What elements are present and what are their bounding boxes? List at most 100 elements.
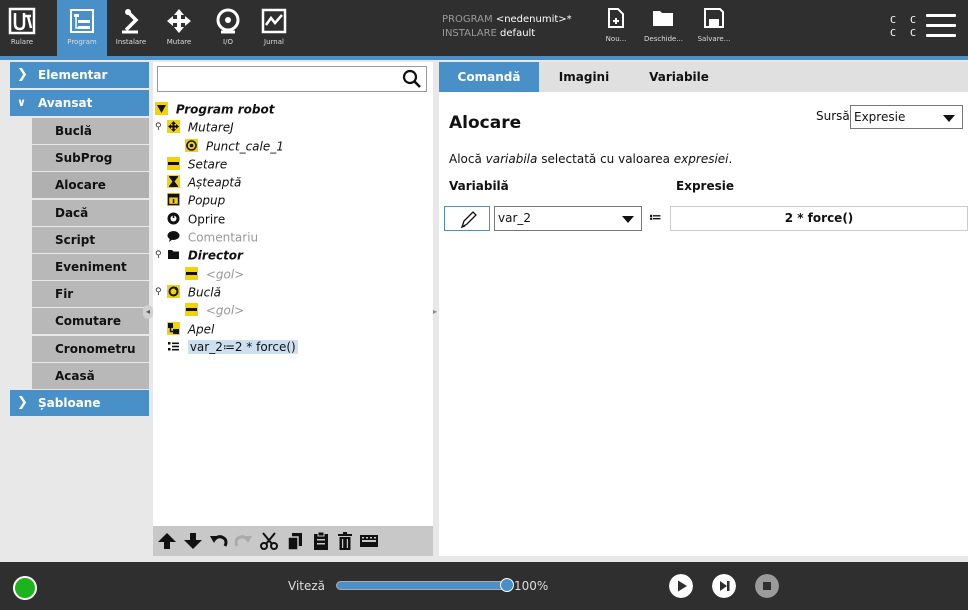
tree-node-loop-empty[interactable]: <gol> — [155, 301, 431, 319]
edit-variable-button[interactable] — [444, 206, 490, 231]
pin-icon: ⚲ — [155, 250, 162, 261]
empty-slot-icon — [185, 303, 198, 317]
waypoint-icon — [185, 138, 198, 152]
tree-node-movej-label: MutareJ — [187, 120, 234, 135]
speed-slider-fill — [337, 582, 507, 589]
tree-node-halt-label: Oprire — [187, 212, 226, 227]
stop-icon[interactable] — [755, 574, 779, 598]
desc-part-2: selectată cu valoarea — [537, 152, 674, 166]
tree-node-root[interactable]: Program robot — [155, 100, 431, 118]
category-basic[interactable]: ❯ Elementar — [10, 62, 149, 88]
call-icon — [167, 321, 180, 335]
dropdown-caret-icon — [622, 216, 634, 223]
tree-node-assignment-label: var_2≔2 * force() — [187, 340, 298, 355]
new-button[interactable]: Nou... — [604, 8, 628, 52]
move-down-icon[interactable] — [183, 531, 203, 551]
move-arrows-icon — [167, 120, 180, 134]
variable-label: Variabilă — [449, 179, 509, 193]
sidebar-item-loop[interactable]: Buclă — [32, 118, 149, 144]
sidebar-item-if[interactable]: Dacă — [32, 199, 149, 226]
nav-run-label: Rulare — [10, 38, 34, 46]
tree-node-set[interactable]: Setare — [155, 155, 431, 173]
assignment-icon — [168, 341, 179, 351]
ur-logo-icon — [8, 7, 36, 35]
source-dropdown[interactable]: Expresie — [850, 105, 963, 129]
tree-node-folder[interactable]: ⚲ Director — [155, 246, 431, 264]
chevron-right-icon: ❯ — [17, 394, 28, 410]
installation-name: default — [500, 28, 536, 39]
save-icon — [704, 8, 724, 28]
sidebar-item-home[interactable]: Acasă — [32, 362, 149, 389]
assignment-operator: ≔ — [649, 210, 662, 224]
nav-move-button[interactable]: Mutare — [160, 0, 198, 56]
tab-images[interactable]: Imagini — [539, 62, 629, 92]
nav-installation-button[interactable]: Instalare — [112, 0, 150, 56]
undo-icon[interactable] — [209, 531, 229, 551]
tree-node-waypoint[interactable]: Punct_cale_1 — [155, 137, 431, 155]
tree-toolbar — [153, 526, 433, 556]
tab-bar: Comandă Imagini Variabile — [439, 62, 968, 92]
speed-slider-handle[interactable] — [500, 578, 514, 592]
delete-icon[interactable] — [335, 531, 355, 551]
paste-icon[interactable] — [311, 531, 331, 551]
popup-icon — [167, 193, 180, 207]
tree-node-root-label: Program robot — [175, 102, 275, 117]
sidebar-item-event[interactable]: Eveniment — [32, 253, 149, 280]
copy-icon[interactable] — [285, 531, 305, 551]
move-arrows-icon — [167, 9, 191, 33]
sidebar-item-subprog[interactable]: SubProg — [32, 145, 149, 172]
sidebar-item-assignment[interactable]: Alocare — [32, 172, 149, 199]
sidebar-item-timer[interactable]: Cronometru — [32, 335, 149, 362]
tree-node-wait-label: Așteaptă — [187, 175, 242, 190]
tree-node-loop[interactable]: ⚲ Buclă — [155, 283, 431, 301]
save-label: Salvare... — [697, 35, 731, 43]
category-advanced[interactable]: ∨ Avansat — [10, 90, 149, 116]
tree-search-input[interactable] — [157, 66, 427, 92]
app-root: Rulare Program Instalare Mutare I/O Jurn… — [0, 0, 968, 610]
speed-slider[interactable] — [336, 581, 508, 590]
suppress-icon[interactable] — [359, 531, 379, 551]
nav-io-button[interactable]: I/O — [209, 0, 247, 56]
nav-log-button[interactable]: Jurnal — [256, 0, 292, 56]
nav-program-button[interactable]: Program — [57, 0, 107, 56]
tree-node-folder-label: Director — [187, 248, 243, 263]
redo-icon[interactable] — [233, 531, 253, 551]
search-icon[interactable] — [402, 69, 422, 89]
tree-node-popup[interactable]: Popup — [155, 191, 431, 209]
new-file-icon — [608, 8, 624, 28]
tab-variables[interactable]: Variabile — [629, 62, 729, 92]
collapse-sidebar-handle[interactable]: ◂ — [143, 305, 153, 319]
tree-node-wait[interactable]: Așteaptă — [155, 173, 431, 191]
tree-node-comment[interactable]: Comentariu — [155, 228, 431, 246]
nav-log-label: Jurnal — [264, 38, 284, 46]
cut-icon[interactable] — [259, 531, 279, 551]
io-icon — [216, 8, 240, 34]
set-icon — [167, 156, 180, 170]
sidebar-item-thread[interactable]: Fir — [32, 281, 149, 308]
tree-node-comment-label: Comentariu — [187, 230, 259, 245]
tree-node-halt[interactable]: Oprire — [155, 210, 431, 228]
category-templates[interactable]: ❯ Șabloane — [10, 389, 149, 416]
chevron-down-icon: ∨ — [17, 96, 26, 109]
source-dropdown-value: Expresie — [854, 110, 906, 124]
play-icon[interactable] — [669, 574, 693, 598]
installation-label: INSTALARE — [442, 28, 497, 39]
tree-node-movej[interactable]: ⚲ MutareJ — [155, 118, 431, 136]
tree-node-assignment[interactable]: var_2≔2 * force() — [155, 338, 431, 356]
sidebar-item-switch[interactable]: Comutare — [32, 308, 149, 335]
variable-dropdown[interactable]: var_2 — [494, 206, 642, 231]
step-icon[interactable] — [712, 574, 736, 598]
tree-node-call[interactable]: Apel — [155, 320, 431, 338]
expression-field[interactable]: 2 * force() — [670, 206, 968, 231]
sidebar-item-script[interactable]: Script — [32, 226, 149, 253]
hamburger-menu-icon[interactable] — [926, 14, 956, 38]
tab-command[interactable]: Comandă — [439, 62, 539, 92]
power-status-button[interactable] — [13, 576, 37, 600]
category-templates-label: Șabloane — [38, 395, 101, 410]
save-button[interactable]: Salvare... — [696, 8, 732, 52]
tree-node-folder-empty[interactable]: <gol> — [155, 265, 431, 283]
program-tree-panel: Program robot ⚲ MutareJ Punct_cale_1 Set… — [153, 62, 433, 556]
move-up-icon[interactable] — [157, 531, 177, 551]
nav-run-button[interactable]: Rulare — [0, 0, 44, 56]
open-button[interactable]: Deschide... — [644, 8, 683, 52]
